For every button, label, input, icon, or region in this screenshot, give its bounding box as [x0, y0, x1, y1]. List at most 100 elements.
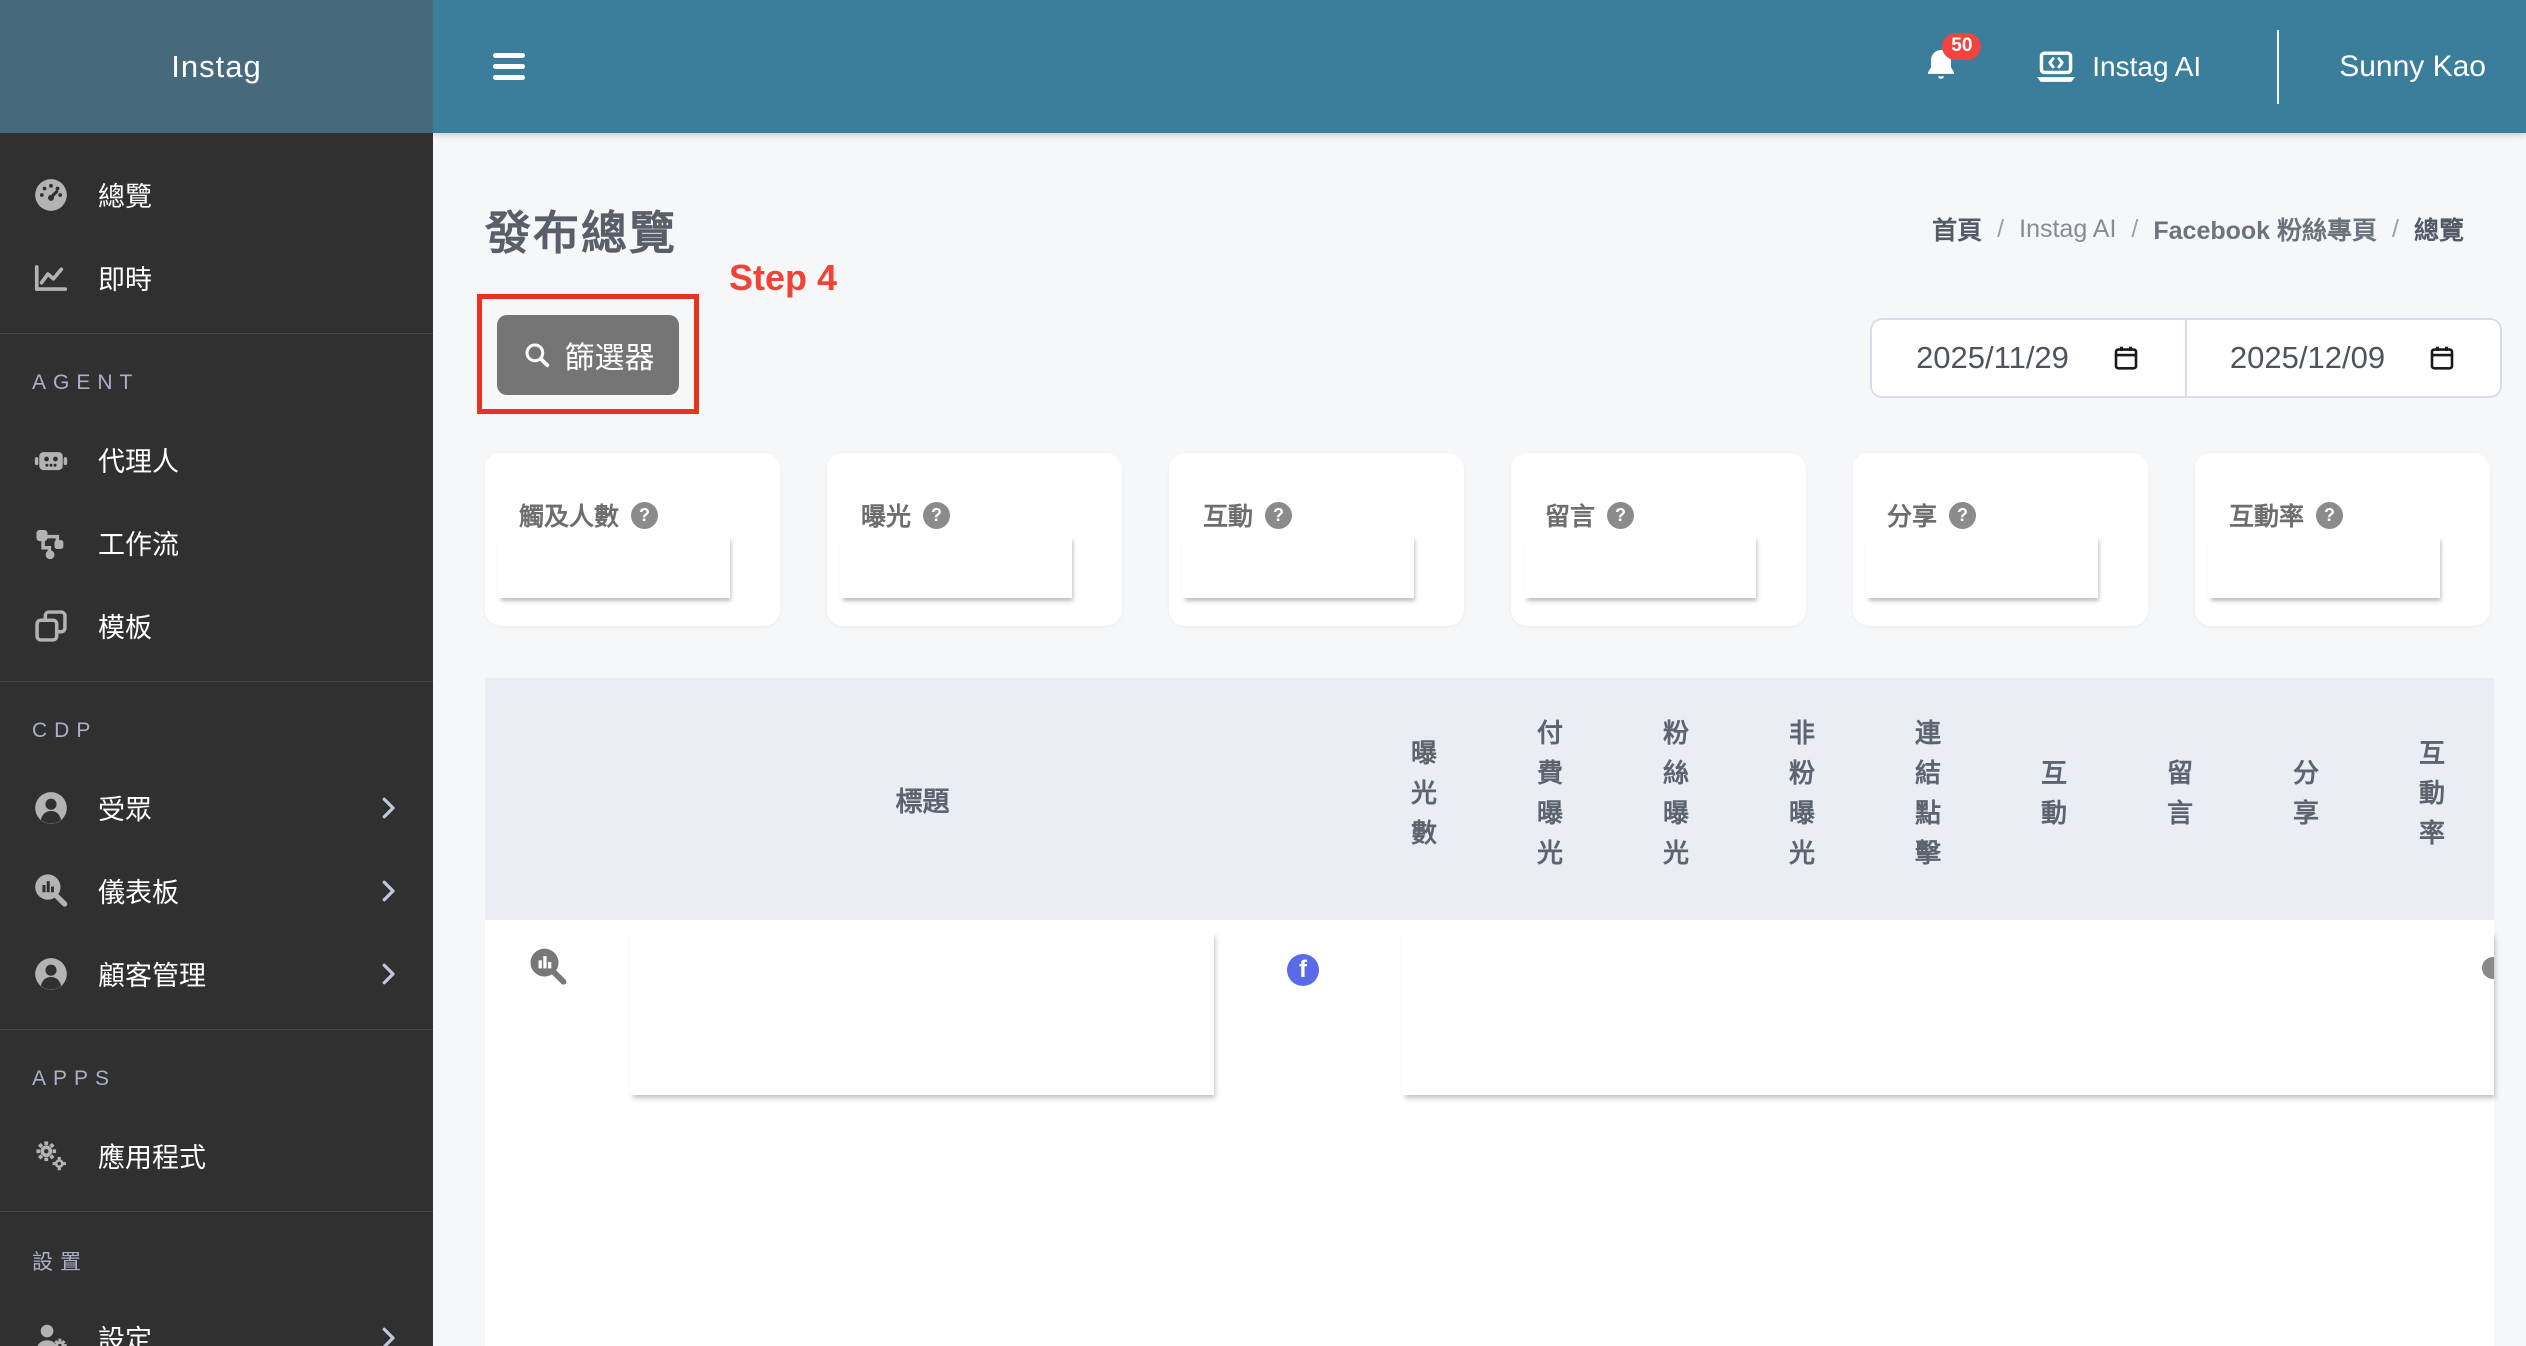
instag-ai-link[interactable]: Instag AI [2034, 47, 2201, 87]
sidebar-item-overview[interactable]: 總覽 [0, 153, 433, 236]
sidebar-section-cdp: CDP [32, 719, 98, 742]
sidebar-item-dashboards[interactable]: 儀表板 [0, 849, 433, 932]
column-header-engagement-rate: 互動率 [2415, 739, 2446, 859]
user-menu[interactable]: Sunny Kao [2339, 50, 2486, 84]
gears-icon [32, 1136, 76, 1176]
audience-person-icon [32, 788, 76, 828]
help-icon[interactable]: ? [1949, 501, 1977, 529]
stat-value-placeholder [840, 535, 1072, 598]
stat-card-engagement-rate: 互動率? [2195, 453, 2490, 626]
stat-card-label: 互動率 [2229, 503, 2305, 531]
workflow-icon [32, 523, 76, 563]
post-metrics-placeholder [1402, 931, 2494, 1095]
sidebar-divider [0, 333, 433, 334]
analytics-search-icon[interactable] [527, 946, 569, 988]
sidebar-item-customer-management[interactable]: 顧客管理 [0, 932, 433, 1015]
stat-card-label: 觸及人數 [519, 503, 620, 531]
page-title: 發布總覽 [485, 207, 677, 259]
sidebar-item-realtime[interactable]: 即時 [0, 236, 433, 319]
post-title-placeholder [630, 931, 1214, 1095]
stat-value-placeholder [2208, 535, 2440, 598]
sidebar-item-label: 受眾 [98, 795, 152, 825]
sidebar-item-agents[interactable]: 代理人 [0, 418, 433, 501]
end-date-input[interactable]: 2025/12/09 [2185, 318, 2502, 398]
breadcrumb-separator: / [2131, 214, 2139, 243]
notification-count-badge: 50 [1942, 32, 1982, 60]
sidebar-item-label: 顧客管理 [98, 961, 206, 991]
main-content: 發布總覽 Step 4 篩選器 首頁 / Instag AI / Faceboo… [433, 133, 2526, 1346]
start-date-input[interactable]: 2025/11/29 [1870, 318, 2187, 398]
column-header-nonfan-impressions: 非粉曝光 [1785, 719, 1816, 879]
sidebar-section-agent: AGENT [32, 371, 140, 394]
search-icon [525, 343, 549, 368]
sidebar-section-apps: APPS [32, 1067, 117, 1090]
stat-value-placeholder [1524, 535, 1756, 598]
sidebar-item-label: 儀表板 [98, 878, 179, 908]
column-header-paid-impressions: 付費曝光 [1533, 719, 1564, 879]
menu-toggle-icon[interactable] [493, 47, 525, 86]
app-root: Instag 總覽 即時 AGENT 代理人 工作流 模板 CDP 受眾 儀表板… [0, 0, 2526, 1346]
breadcrumb-home[interactable]: 首頁 [1932, 211, 1982, 247]
help-icon[interactable]: ? [631, 501, 659, 529]
user-gear-icon [32, 1318, 76, 1346]
chevron-right-icon [373, 1323, 403, 1346]
chevron-right-icon [373, 959, 403, 989]
breadcrumb-separator: / [1997, 214, 2005, 243]
sidebar-item-audience[interactable]: 受眾 [0, 766, 433, 849]
sidebar-item-settings[interactable]: 設定 [0, 1296, 433, 1346]
breadcrumb-overview: 總覽 [2413, 217, 2464, 245]
help-icon[interactable]: ? [1265, 501, 1293, 529]
breadcrumb-separator: / [2392, 214, 2399, 243]
sidebar-divider [0, 1211, 433, 1212]
breadcrumb-instag-ai[interactable]: Instag AI [2019, 215, 2116, 244]
sidebar-item-label: 即時 [98, 265, 152, 295]
sidebar-item-label: 總覽 [98, 182, 152, 212]
analytics-search-icon [32, 871, 76, 911]
sidebar-item-templates[interactable]: 模板 [0, 584, 433, 667]
instag-ai-label: Instag AI [2092, 50, 2202, 82]
calendar-icon[interactable] [2111, 343, 2141, 373]
sidebar-nav: 總覽 即時 AGENT 代理人 工作流 模板 CDP 受眾 儀表板 顧客管理 A… [0, 133, 433, 1346]
calendar-icon[interactable] [2427, 343, 2457, 373]
facebook-icon: f [1287, 954, 1319, 986]
step-annotation: Step 4 [729, 257, 838, 298]
sidebar-item-label: 設定 [98, 1325, 152, 1346]
sidebar-divider [0, 681, 433, 682]
help-icon[interactable]: ? [923, 501, 951, 529]
breadcrumb-facebook-pages[interactable]: Facebook 粉絲專頁 [2153, 211, 2377, 247]
chevron-right-icon [373, 876, 403, 906]
column-header-title: 標題 [895, 786, 950, 817]
date-range-picker: 2025/11/29 2025/12/09 [1870, 318, 2502, 398]
stat-card-reach: 觸及人數? [485, 453, 780, 626]
stat-card-label: 留言 [1545, 503, 1596, 531]
column-header-fan-impressions: 粉絲曝光 [1659, 719, 1690, 879]
brand-logo[interactable]: Instag [0, 0, 433, 133]
dashboard-gauge-icon [32, 175, 76, 215]
help-icon[interactable]: ? [1607, 501, 1635, 529]
notifications-button[interactable]: 50 [1922, 32, 1982, 89]
stat-card-engagement: 互動? [1169, 453, 1464, 626]
stat-card-shares: 分享? [1853, 453, 2148, 626]
column-header-engagement: 互動 [2037, 759, 2068, 839]
table-header: 標題 曝光數 付費曝光 粉絲曝光 非粉曝光 連結點擊 互動 留言 分享 互動率 [485, 678, 2494, 920]
sidebar-divider [0, 1029, 433, 1030]
breadcrumb: 首頁 / Instag AI / Facebook 粉絲專頁 / 總覽 [1932, 211, 2464, 247]
stat-value-placeholder [1866, 535, 2098, 598]
column-header-shares: 分享 [2289, 759, 2320, 839]
realtime-chart-icon [32, 258, 76, 298]
sidebar-item-applications[interactable]: 應用程式 [0, 1114, 433, 1197]
stat-value-placeholder [1182, 535, 1414, 598]
sidebar: Instag 總覽 即時 AGENT 代理人 工作流 模板 CDP 受眾 儀表板… [0, 0, 433, 1346]
laptop-code-icon [2034, 47, 2078, 87]
sidebar-item-label: 模板 [98, 613, 152, 643]
help-icon[interactable]: ? [2316, 501, 2344, 529]
sidebar-section-settings: 設置 [32, 1251, 88, 1274]
filter-button[interactable]: 篩選器 [497, 315, 679, 395]
stat-cards: 觸及人數? 曝光? 互動? 留言? 分享? 互動率? [485, 453, 2490, 626]
start-date-value: 2025/11/29 [1916, 340, 2069, 375]
column-header-impressions: 曝光數 [1407, 739, 1438, 859]
stat-card-label: 曝光 [861, 503, 912, 531]
end-date-value: 2025/12/09 [2229, 340, 2386, 375]
topbar-divider [2277, 29, 2280, 104]
sidebar-item-workflow[interactable]: 工作流 [0, 501, 433, 584]
